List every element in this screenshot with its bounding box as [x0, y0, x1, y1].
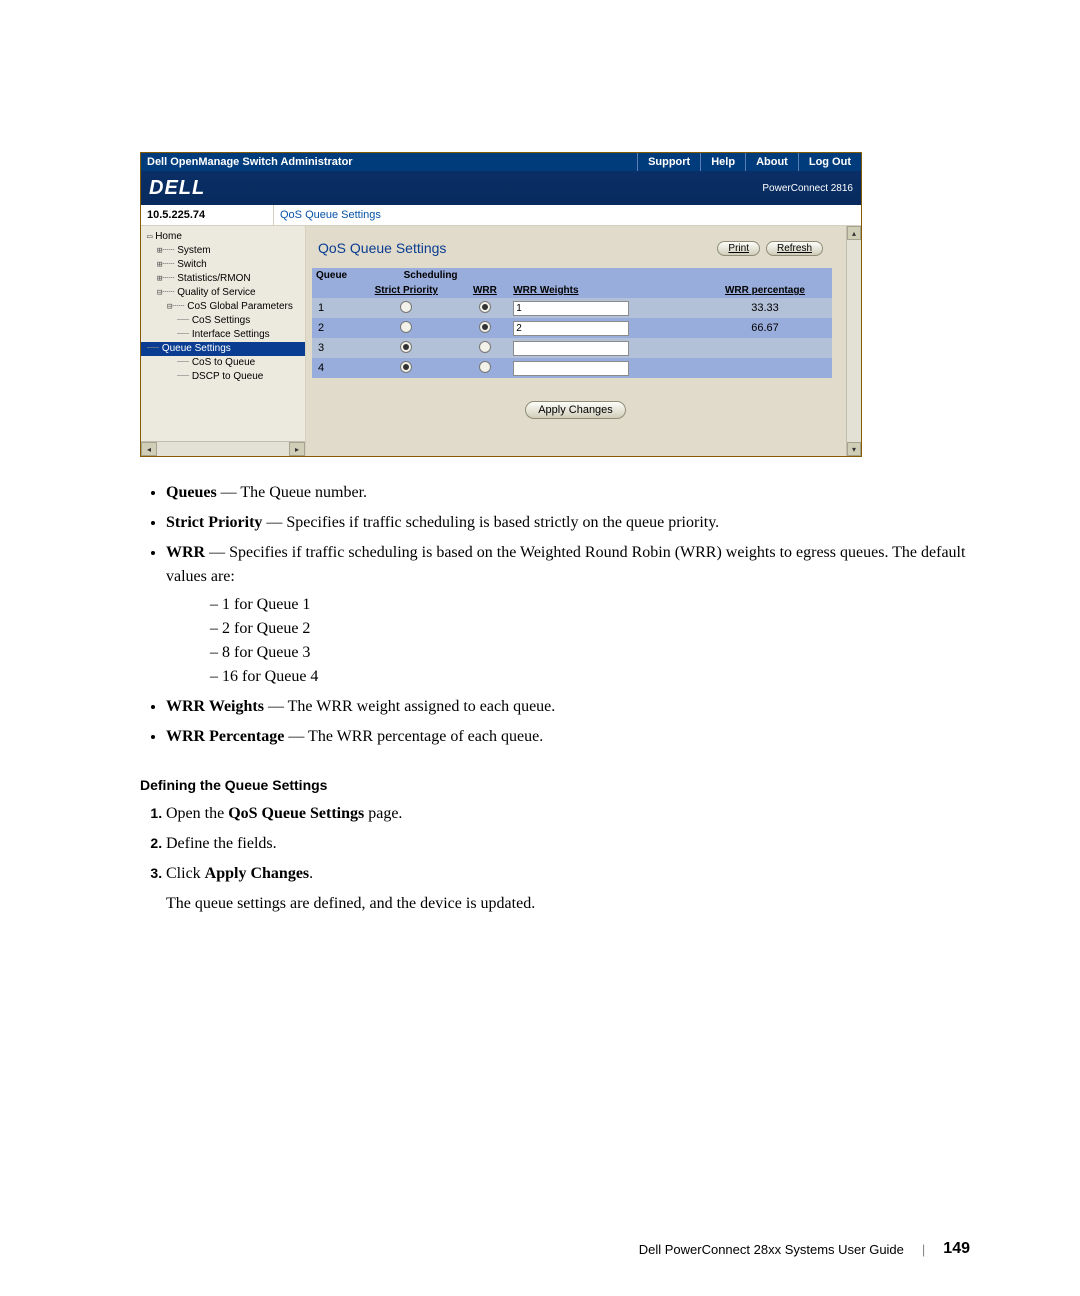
- wrr-radio[interactable]: [479, 301, 491, 313]
- bullet-strict-priority: Strict Priority — Specifies if traffic s…: [166, 511, 970, 535]
- col-percentage: WRR percentage: [698, 283, 832, 298]
- wrr-radio[interactable]: [479, 361, 491, 373]
- wrr-percentage: [698, 338, 832, 358]
- wrr-percentage: 66.67: [698, 318, 832, 338]
- wrr-radio[interactable]: [479, 341, 491, 353]
- col-scheduling: Scheduling: [352, 268, 509, 283]
- wrr-percentage: [698, 358, 832, 378]
- wrr-default-item: 16 for Queue 4: [210, 665, 970, 689]
- strict-priority-radio[interactable]: [400, 301, 412, 313]
- section-heading: Defining the Queue Settings: [140, 775, 970, 796]
- nav-dscp-to-queue[interactable]: DSCP to Queue: [192, 371, 264, 382]
- queue-number: 1: [312, 298, 352, 318]
- wrr-weight-input[interactable]: [513, 321, 629, 336]
- nav-cos-to-queue[interactable]: CoS to Queue: [192, 357, 255, 368]
- wrr-weight-input[interactable]: [513, 301, 629, 316]
- dell-logo: DELL: [149, 177, 205, 200]
- wrr-default-item: 2 for Queue 2: [210, 617, 970, 641]
- wrr-default-item: 8 for Queue 3: [210, 641, 970, 665]
- nav-qos[interactable]: Quality of Service: [177, 287, 255, 298]
- bullet-wrr-percentage: WRR Percentage — The WRR percentage of e…: [166, 725, 970, 749]
- nav-queue-settings[interactable]: Queue Settings: [162, 343, 231, 354]
- scroll-up-icon[interactable]: ▴: [847, 226, 861, 240]
- scroll-down-icon[interactable]: ▾: [847, 442, 861, 456]
- nav-tree[interactable]: ▭ Home ⊞┄┄ System ⊞┄┄ Switch ⊞┄┄ Statist…: [141, 226, 306, 456]
- app-title: Dell OpenManage Switch Administrator: [141, 156, 637, 168]
- step-result: The queue settings are defined, and the …: [166, 892, 970, 916]
- document-body: Queues — The Queue number. Strict Priori…: [140, 481, 970, 916]
- wrr-weight-input[interactable]: [513, 361, 629, 376]
- help-button[interactable]: Help: [701, 153, 745, 171]
- page-footer: Dell PowerConnect 28xx Systems User Guid…: [639, 1240, 970, 1258]
- apply-changes-button[interactable]: Apply Changes: [525, 401, 626, 419]
- about-button[interactable]: About: [746, 153, 798, 171]
- step-item: Open the QoS Queue Settings page.: [166, 802, 970, 826]
- title-bar: Dell OpenManage Switch Administrator Sup…: [141, 153, 861, 171]
- bullet-wrr-weights: WRR Weights — The WRR weight assigned to…: [166, 695, 970, 719]
- nav-stats[interactable]: Statistics/RMON: [177, 273, 250, 284]
- col-weights: WRR Weights: [509, 283, 698, 298]
- scroll-right-icon[interactable]: ▸: [289, 442, 305, 456]
- table-row: 2 66.67: [312, 318, 832, 338]
- bullet-queues: Queues — The Queue number.: [166, 481, 970, 505]
- nav-home[interactable]: Home: [155, 231, 182, 242]
- scroll-left-icon[interactable]: ◂: [141, 442, 157, 456]
- queue-table: Queue Scheduling Strict Priority WRR WRR…: [312, 268, 832, 378]
- table-row: 3: [312, 338, 832, 358]
- bullet-wrr: WRR — Specifies if traffic scheduling is…: [166, 541, 970, 689]
- breadcrumb: QoS Queue Settings: [274, 205, 861, 225]
- page-title: QoS Queue Settings: [318, 240, 711, 256]
- brand-bar: DELL PowerConnect 2816: [141, 171, 861, 205]
- queue-number: 3: [312, 338, 352, 358]
- col-strict: Strict Priority: [352, 283, 461, 298]
- footer-guide-title: Dell PowerConnect 28xx Systems User Guid…: [639, 1242, 904, 1257]
- device-ip: 10.5.225.74: [141, 205, 274, 225]
- strict-priority-radio[interactable]: [400, 361, 412, 373]
- main-vertical-scrollbar[interactable]: ▴ ▾: [846, 226, 861, 456]
- step-item: Define the fields.: [166, 832, 970, 856]
- model-label: PowerConnect 2816: [762, 183, 853, 194]
- nav-horizontal-scrollbar[interactable]: ◂ ▸: [141, 441, 305, 456]
- refresh-button[interactable]: Refresh: [766, 241, 823, 256]
- nav-system[interactable]: System: [177, 245, 210, 256]
- breadcrumb-bar: 10.5.225.74 QoS Queue Settings: [141, 205, 861, 226]
- col-queue: Queue: [312, 268, 352, 283]
- wrr-radio[interactable]: [479, 321, 491, 333]
- footer-separator-icon: |: [922, 1242, 925, 1257]
- admin-screenshot: Dell OpenManage Switch Administrator Sup…: [140, 152, 862, 457]
- main-panel: ▴ ▾ QoS Queue Settings Print Refresh Que…: [306, 226, 861, 456]
- wrr-weight-input[interactable]: [513, 341, 629, 356]
- folder-icon: ▭: [147, 232, 152, 242]
- step-item: Click Apply Changes. The queue settings …: [166, 862, 970, 916]
- nav-interface-settings[interactable]: Interface Settings: [192, 329, 270, 340]
- logout-button[interactable]: Log Out: [799, 153, 861, 171]
- queue-number: 4: [312, 358, 352, 378]
- strict-priority-radio[interactable]: [400, 341, 412, 353]
- nav-cos-settings[interactable]: CoS Settings: [192, 315, 250, 326]
- wrr-default-item: 1 for Queue 1: [210, 593, 970, 617]
- strict-priority-radio[interactable]: [400, 321, 412, 333]
- support-button[interactable]: Support: [638, 153, 700, 171]
- nav-switch[interactable]: Switch: [177, 259, 206, 270]
- table-row: 1 33.33: [312, 298, 832, 318]
- queue-number: 2: [312, 318, 352, 338]
- footer-page-number: 149: [943, 1240, 970, 1258]
- nav-cos-global[interactable]: CoS Global Parameters: [187, 301, 293, 312]
- table-row: 4: [312, 358, 832, 378]
- wrr-percentage: 33.33: [698, 298, 832, 318]
- col-wrr: WRR: [461, 283, 510, 298]
- print-button[interactable]: Print: [717, 241, 760, 256]
